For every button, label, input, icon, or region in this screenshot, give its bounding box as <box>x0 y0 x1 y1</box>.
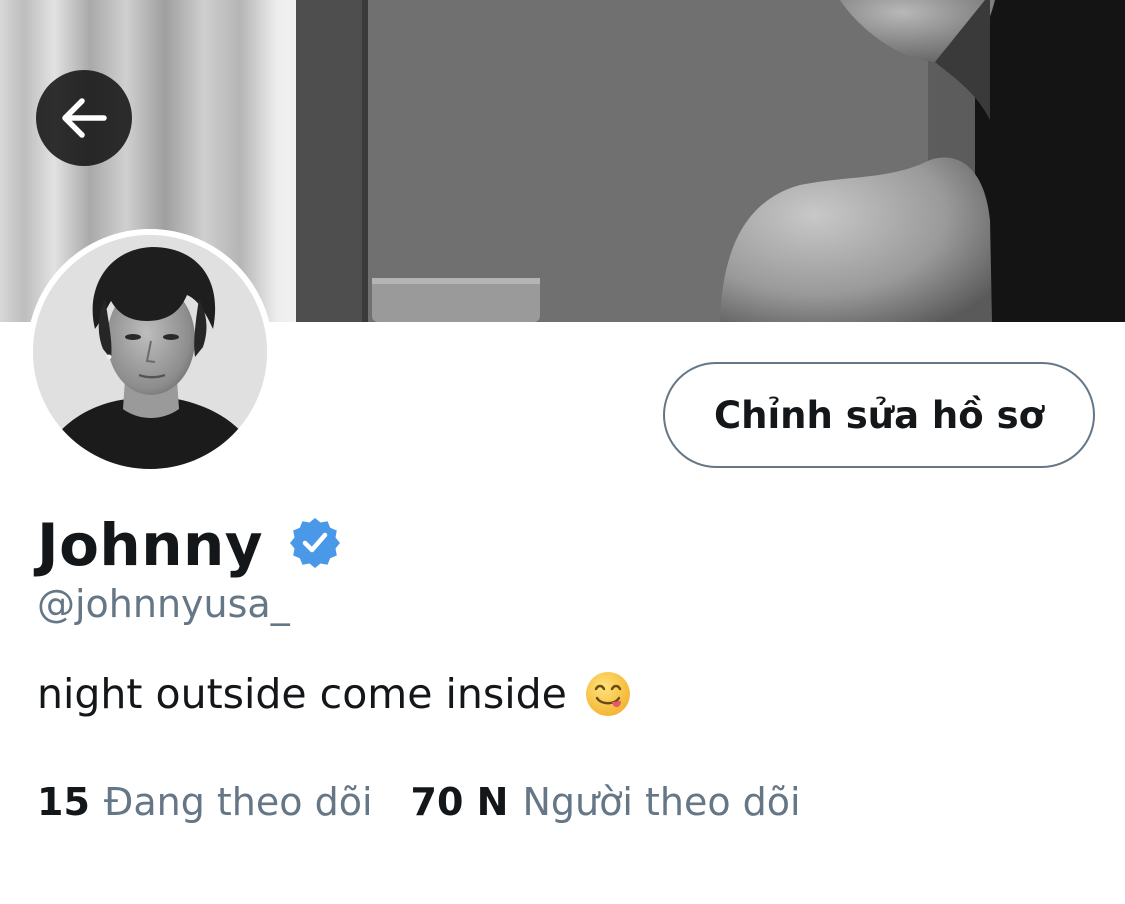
arrow-left-icon <box>62 98 107 138</box>
verified-badge-icon <box>290 518 341 568</box>
following-count: 15 <box>37 780 90 824</box>
avatar-photo <box>27 229 273 475</box>
followers-label: Người theo dõi <box>522 780 801 824</box>
face-savoring-food-emoji-icon <box>585 672 630 716</box>
back-button[interactable] <box>36 70 132 166</box>
profile-bio: night outside come inside <box>37 670 631 718</box>
profile-handle: @johnnyusa_ <box>37 582 290 626</box>
profile-page: Chỉnh sửa hồ sơ Johnny @johnnyusa_ night… <box>0 0 1125 904</box>
profile-stats: 15 Đang theo dõi 70 N Người theo dõi <box>37 780 801 824</box>
followers-count: 70 N <box>410 780 509 824</box>
edit-profile-button[interactable]: Chỉnh sửa hồ sơ <box>663 362 1095 468</box>
avatar[interactable] <box>27 229 273 475</box>
display-name: Johnny <box>37 511 264 579</box>
following-stat[interactable]: 15 Đang theo dõi <box>37 780 373 824</box>
followers-stat[interactable]: 70 N Người theo dõi <box>411 780 801 824</box>
following-label: Đang theo dõi <box>103 780 373 824</box>
bio-text: night outside come inside <box>37 670 567 718</box>
name-row: Johnny <box>37 505 341 585</box>
